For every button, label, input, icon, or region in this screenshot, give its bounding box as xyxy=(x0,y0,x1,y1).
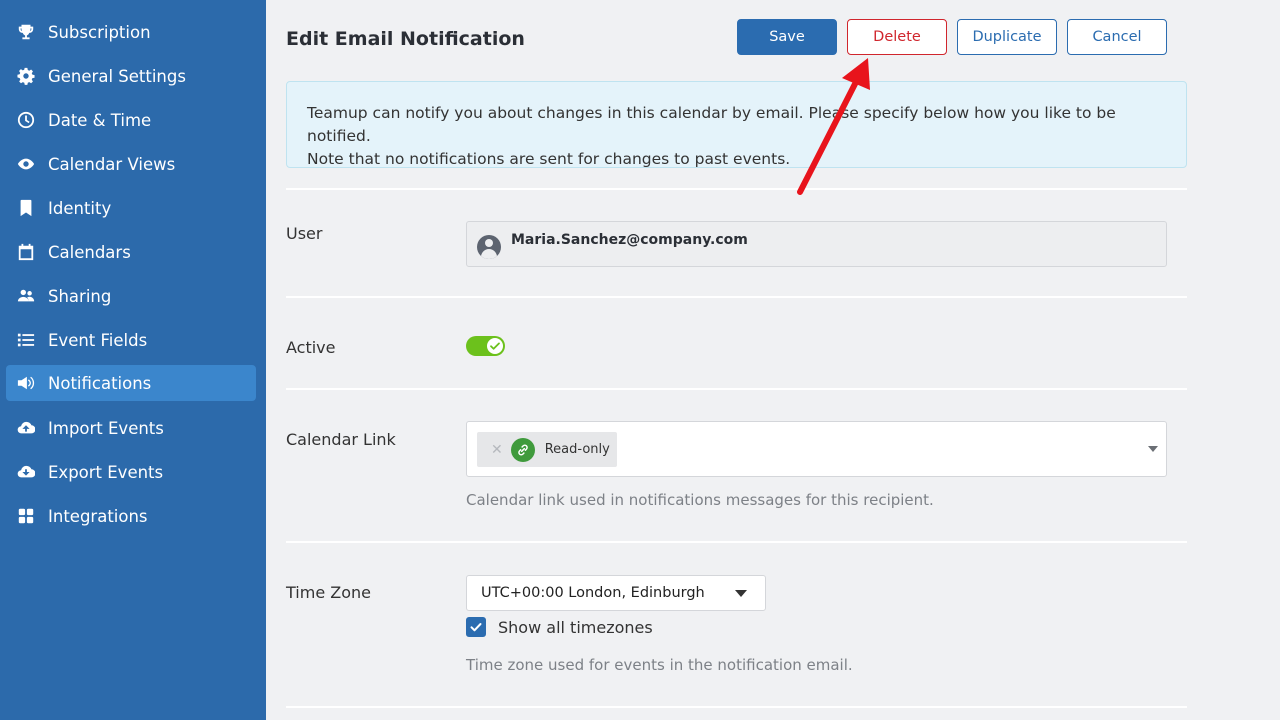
divider xyxy=(286,706,1187,708)
timezone-selected-value: UTC+00:00 London, Edinburgh xyxy=(481,585,705,601)
sidebar-item-event-fields[interactable]: Event Fields xyxy=(6,322,256,358)
checkmark-icon xyxy=(470,623,482,632)
list-icon xyxy=(16,330,36,350)
user-email: Maria.Sanchez@company.com xyxy=(511,232,748,248)
chip-label: Read-only xyxy=(544,442,610,457)
sidebar-item-label: Import Events xyxy=(48,418,164,438)
cancel-button[interactable]: Cancel xyxy=(1067,19,1167,55)
info-text-line2: Note that no notifications are sent for … xyxy=(307,150,791,168)
user-label: User xyxy=(286,224,323,243)
divider xyxy=(286,296,1187,298)
sidebar-item-sharing[interactable]: Sharing xyxy=(6,278,256,314)
active-label: Active xyxy=(286,338,336,357)
check-icon xyxy=(487,338,503,354)
info-text-line1: Teamup can notify you about changes in t… xyxy=(307,104,1116,145)
sidebar-item-label: Date & Time xyxy=(48,110,152,130)
sidebar-item-identity[interactable]: Identity xyxy=(6,190,256,226)
show-all-timezones-label[interactable]: Show all timezones xyxy=(498,618,653,637)
clock-icon xyxy=(16,110,36,130)
sidebar-item-label: Calendars xyxy=(48,242,131,262)
trophy-icon xyxy=(16,22,36,42)
bookmark-icon xyxy=(16,198,36,218)
sidebar: Subscription General Settings Date & Tim… xyxy=(0,0,266,720)
sidebar-item-label: Event Fields xyxy=(48,330,148,350)
main-content: Edit Email Notification Save Delete Dupl… xyxy=(266,0,1280,720)
sidebar-item-label: Notifications xyxy=(48,373,152,393)
sidebar-item-label: Export Events xyxy=(48,462,164,482)
sidebar-item-date-time[interactable]: Date & Time xyxy=(6,102,256,138)
gear-icon xyxy=(16,66,36,86)
divider xyxy=(286,388,1187,390)
avatar xyxy=(477,235,501,259)
calendar-link-select[interactable]: ✕ Read-only xyxy=(466,421,1167,477)
timezone-help: Time zone used for events in the notific… xyxy=(466,656,853,674)
calendar-link-help: Calendar link used in notifications mess… xyxy=(466,491,934,509)
save-button[interactable]: Save xyxy=(737,19,837,55)
megaphone-icon xyxy=(16,373,36,393)
sidebar-item-subscription[interactable]: Subscription xyxy=(6,14,256,50)
delete-button[interactable]: Delete xyxy=(847,19,947,55)
sidebar-item-label: Identity xyxy=(48,198,112,218)
sidebar-item-calendar-views[interactable]: Calendar Views xyxy=(6,146,256,182)
page-title: Edit Email Notification xyxy=(286,28,525,50)
cloud-upload-icon xyxy=(16,418,36,438)
cloud-download-icon xyxy=(16,462,36,482)
sidebar-item-notifications[interactable]: Notifications xyxy=(6,365,256,401)
calendar-icon xyxy=(16,242,36,262)
timezone-select[interactable]: UTC+00:00 London, Edinburgh xyxy=(466,575,766,611)
active-toggle[interactable] xyxy=(466,336,505,356)
sidebar-item-label: Subscription xyxy=(48,22,151,42)
sidebar-item-import-events[interactable]: Import Events xyxy=(6,410,256,446)
sidebar-item-integrations[interactable]: Integrations xyxy=(6,498,256,534)
calendar-link-label: Calendar Link xyxy=(286,430,396,449)
divider xyxy=(286,541,1187,543)
sidebar-item-label: Sharing xyxy=(48,286,112,306)
sidebar-item-general-settings[interactable]: General Settings xyxy=(6,58,256,94)
users-icon xyxy=(16,286,36,306)
remove-icon[interactable]: ✕ xyxy=(491,442,503,458)
sidebar-item-calendars[interactable]: Calendars xyxy=(6,234,256,270)
sidebar-item-export-events[interactable]: Export Events xyxy=(6,454,256,490)
show-all-timezones-checkbox[interactable] xyxy=(466,617,486,637)
user-field: Maria.Sanchez@company.com xyxy=(466,221,1167,267)
caret-down-icon xyxy=(735,590,747,597)
eye-icon xyxy=(16,154,36,174)
sidebar-item-label: Calendar Views xyxy=(48,154,176,174)
info-box: Teamup can notify you about changes in t… xyxy=(286,81,1187,168)
sidebar-item-label: Integrations xyxy=(48,506,148,526)
grid-icon xyxy=(16,506,36,526)
link-icon xyxy=(510,437,535,462)
chevron-down-icon[interactable] xyxy=(1148,446,1158,452)
sidebar-item-label: General Settings xyxy=(48,66,186,86)
timezone-label: Time Zone xyxy=(286,583,371,602)
calendar-link-chip: ✕ Read-only xyxy=(477,432,617,467)
divider xyxy=(286,188,1187,190)
duplicate-button[interactable]: Duplicate xyxy=(957,19,1057,55)
